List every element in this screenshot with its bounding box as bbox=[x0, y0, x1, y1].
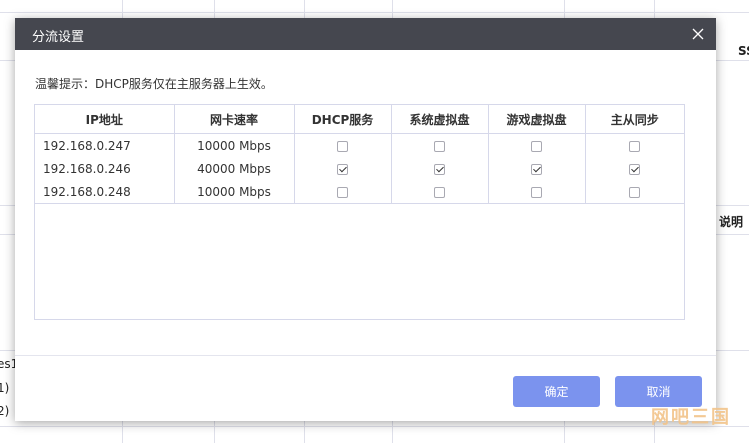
dhcp-checkbox[interactable] bbox=[337, 163, 348, 175]
bg-list-text: 2) bbox=[0, 404, 10, 418]
checkbox-cell bbox=[294, 133, 392, 157]
system-disk-checkbox[interactable] bbox=[434, 163, 445, 175]
sync-checkbox[interactable] bbox=[629, 140, 641, 152]
game-disk-checkbox[interactable] bbox=[531, 140, 542, 152]
column-header-ip: IP地址 bbox=[35, 105, 175, 134]
table-header-row: IP地址 网卡速率 DHCP服务 系统虚拟盘 游戏虚拟盘 主从同步 bbox=[35, 105, 684, 134]
checkbox-cell bbox=[585, 157, 684, 180]
column-header-sync: 主从同步 bbox=[585, 105, 684, 134]
game-disk-checkbox[interactable] bbox=[531, 186, 542, 198]
bg-divider bbox=[0, 12, 749, 13]
speed-cell: 10000 Mbps bbox=[174, 133, 295, 157]
checkbox-cell bbox=[488, 133, 586, 157]
table-row: 192.168.0.247 10000 Mbps bbox=[35, 133, 684, 158]
bg-divider bbox=[0, 426, 749, 427]
game-disk-checkbox[interactable] bbox=[531, 163, 542, 175]
ip-cell: 192.168.0.246 bbox=[35, 157, 175, 180]
speed-cell: 10000 Mbps bbox=[174, 180, 295, 204]
dhcp-checkbox[interactable] bbox=[337, 140, 348, 152]
checkbox-cell bbox=[488, 157, 586, 180]
column-header-system-disk: 系统虚拟盘 bbox=[391, 105, 489, 134]
ok-button[interactable]: 确定 bbox=[513, 376, 600, 407]
dhcp-checkbox[interactable] bbox=[337, 186, 348, 198]
system-disk-checkbox[interactable] bbox=[434, 140, 445, 152]
ip-cell: 192.168.0.248 bbox=[35, 180, 175, 204]
sync-checkbox[interactable] bbox=[629, 163, 641, 175]
hint-text: 温馨提示：DHCP服务仅在主服务器上生效。 bbox=[35, 77, 273, 91]
column-header-game-disk: 游戏虚拟盘 bbox=[488, 105, 586, 134]
table-row: 192.168.0.246 40000 Mbps bbox=[35, 157, 684, 180]
speed-cell: 40000 Mbps bbox=[174, 157, 295, 180]
checkbox-cell bbox=[294, 180, 392, 204]
watermark-logo: 网吧三国 bbox=[651, 407, 731, 428]
bg-header-ss: SS bbox=[738, 44, 749, 58]
checkbox-cell bbox=[488, 180, 586, 204]
server-table: IP地址 网卡速率 DHCP服务 系统虚拟盘 游戏虚拟盘 主从同步 192.16… bbox=[34, 104, 685, 320]
bg-list-text: 1) bbox=[0, 381, 10, 395]
dialog-header: 分流设置 bbox=[15, 18, 716, 50]
close-icon bbox=[692, 28, 704, 40]
checkbox-cell bbox=[391, 133, 489, 157]
close-button[interactable] bbox=[688, 24, 708, 44]
split-settings-dialog: 分流设置 温馨提示：DHCP服务仅在主服务器上生效。 IP地址 网卡速率 DHC… bbox=[15, 18, 716, 421]
bg-header-description: 说明 bbox=[719, 215, 744, 229]
dialog-title: 分流设置 bbox=[32, 30, 85, 45]
checkbox-cell bbox=[391, 157, 489, 180]
table-row: 192.168.0.248 10000 Mbps bbox=[35, 180, 684, 204]
checkbox-cell bbox=[585, 180, 684, 204]
column-header-dhcp: DHCP服务 bbox=[294, 105, 392, 134]
checkbox-cell bbox=[391, 180, 489, 204]
sync-checkbox[interactable] bbox=[629, 186, 641, 198]
ip-cell: 192.168.0.247 bbox=[35, 133, 175, 157]
checkbox-cell bbox=[294, 157, 392, 180]
footer-divider bbox=[15, 355, 716, 356]
system-disk-checkbox[interactable] bbox=[434, 186, 445, 198]
column-header-speed: 网卡速率 bbox=[174, 105, 295, 134]
checkbox-cell bbox=[585, 134, 684, 158]
